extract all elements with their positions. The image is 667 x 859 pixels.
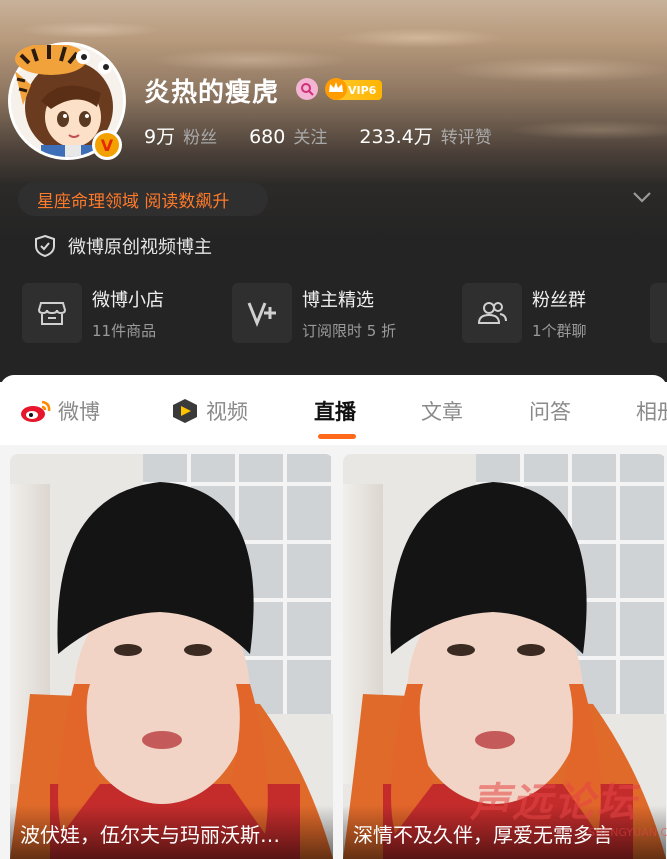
tab-label: 微博 (58, 400, 100, 424)
active-tab-indicator (318, 434, 356, 439)
live-card[interactable]: 波伏娃，伍尔夫与玛丽沃斯… (10, 454, 333, 859)
tab-articles[interactable]: 文章 (421, 396, 463, 426)
shortcut-title: 微博小店 (92, 289, 164, 311)
verified-badge: V (92, 130, 122, 160)
username: 炎热的瘦虎 (144, 78, 280, 108)
vip-label: VIP6 (348, 83, 377, 97)
stat-label: 关注 (293, 128, 328, 148)
video-icon (173, 399, 197, 423)
crown-icon (325, 78, 347, 100)
verification-text: 微博原创视频博主 (68, 237, 212, 258)
shortcut-subtitle: 11件商品 (92, 321, 157, 340)
stat-interactions[interactable]: 233.4万 转评赞 (359, 122, 491, 149)
watermark-sub: SHENGYUAN.COM (588, 826, 667, 839)
group-icon (462, 283, 522, 343)
card-thumbnail (10, 482, 333, 859)
card-caption: 波伏娃，伍尔夫与玛丽沃斯… (10, 805, 333, 859)
stat-followers[interactable]: 9万 粉丝 (144, 122, 217, 149)
profile-stats: 9万 粉丝 680 关注 233.4万 转评赞 (144, 122, 524, 150)
shortcut-subtitle: 订阅限时 5 折 (302, 321, 397, 340)
stat-label: 转评赞 (440, 128, 492, 148)
stat-value: 233.4万 (359, 126, 433, 148)
stat-label: 粉丝 (183, 128, 218, 148)
tab-video[interactable]: 视频 (170, 396, 248, 426)
shortcut-title: 粉丝群 (532, 289, 586, 311)
tab-label: 直播 (314, 400, 356, 424)
stat-value: 680 (249, 126, 286, 148)
verification-row[interactable]: 微博原创视频博主 (34, 232, 212, 260)
tab-label: 视频 (206, 400, 248, 424)
stat-value: 9万 (144, 126, 176, 148)
shortcut-picks[interactable]: 博主精选 订阅限时 5 折 (232, 283, 396, 343)
shortcut-subtitle: 1个群聊 (532, 321, 587, 340)
tab-qa[interactable]: 问答 (529, 396, 571, 426)
shortcut-fan-group[interactable]: 粉丝群 1个群聊 (462, 283, 587, 343)
chevron-down-icon[interactable] (632, 190, 652, 204)
tab-label: 相册 (636, 400, 667, 424)
tab-label: 文章 (421, 400, 463, 424)
shop-icon (22, 283, 82, 343)
v-plus-icon (232, 283, 292, 343)
shortcut-title: 博主精选 (302, 289, 374, 311)
shortcut-more[interactable] (650, 283, 667, 343)
tab-label: 问答 (529, 400, 571, 424)
tab-live[interactable]: 直播 (314, 396, 356, 426)
tab-weibo[interactable]: 微博 (20, 396, 100, 426)
trending-tag[interactable]: 星座命理领域 阅读数飙升 (18, 182, 268, 216)
tab-album[interactable]: 相册 (636, 396, 667, 426)
search-badge-icon[interactable] (296, 78, 318, 100)
shortcut-shop[interactable]: 微博小店 11件商品 (22, 283, 164, 343)
stat-following[interactable]: 680 关注 (249, 123, 327, 148)
weibo-icon (21, 400, 51, 422)
watermark-logo: 声远论坛 (470, 780, 638, 826)
shield-check-icon (35, 234, 55, 258)
